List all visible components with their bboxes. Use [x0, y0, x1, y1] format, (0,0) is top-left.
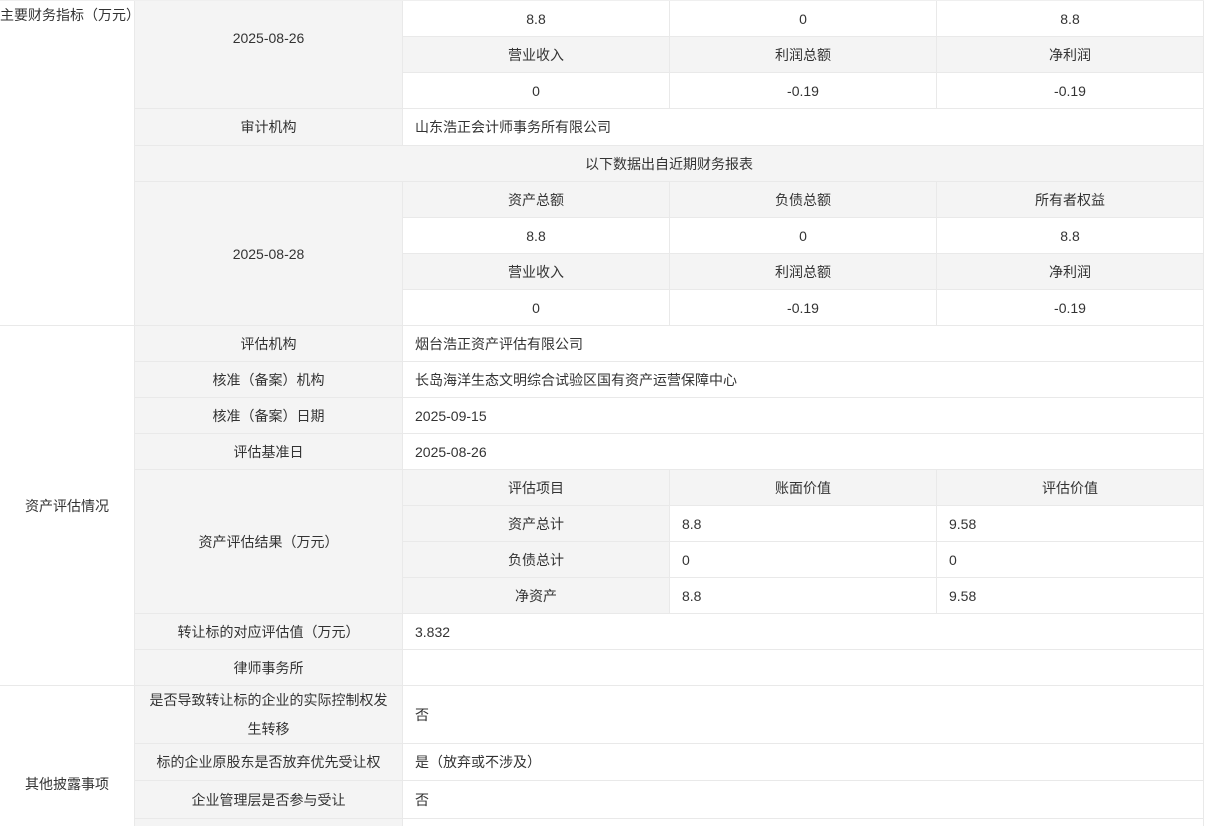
base-date-value: 2025-08-26	[403, 434, 1204, 470]
fin1-date-cell: 2025-08-26	[135, 1, 403, 109]
eval-row-assets-item: 资产总计	[403, 506, 670, 542]
law-firm-value	[403, 650, 1204, 686]
partial-row-label-cell	[135, 819, 403, 826]
eval-result-label: 资产评估结果（万元）	[135, 470, 403, 614]
eval-row-netassets-item: 净资产	[403, 578, 670, 614]
control-transfer-value: 否	[403, 686, 1204, 744]
fin2-balance-header-2: 负债总额	[670, 182, 937, 218]
category-cell-asset-evaluation: 资产评估情况	[0, 326, 135, 686]
eval-row-netassets-book: 8.8	[670, 578, 937, 614]
fin1-income-value-3: -0.19	[937, 73, 1204, 109]
eval-result-header-item: 评估项目	[403, 470, 670, 506]
fin2-income-value-1: 0	[403, 290, 670, 326]
fin1-balance-value-2: 0	[670, 1, 937, 37]
eval-agency-value: 烟台浩正资产评估有限公司	[403, 326, 1204, 362]
fin2-balance-value-2: 0	[670, 218, 937, 254]
fin1-income-header-2: 利润总额	[670, 37, 937, 73]
fin2-income-header-3: 净利润	[937, 254, 1204, 290]
category-cell-financial-indicators: 主要财务指标（万元）	[0, 1, 135, 326]
fin1-income-header-1: 营业收入	[403, 37, 670, 73]
table-grid: 主要财务指标（万元） 资产评估情况 其他披露事项 2025-08-26 8.8 …	[0, 0, 1204, 826]
eval-row-assets-assessed: 9.58	[937, 506, 1204, 542]
fin2-balance-value-3: 8.8	[937, 218, 1204, 254]
control-transfer-label: 是否导致转让标的企业的实际控制权发生转移	[135, 686, 403, 744]
fin2-income-value-3: -0.19	[937, 290, 1204, 326]
transfer-value-label: 转让标的对应评估值（万元）	[135, 614, 403, 650]
fin1-income-value-1: 0	[403, 73, 670, 109]
eval-result-header-book: 账面价值	[670, 470, 937, 506]
approval-date-label: 核准（备案）日期	[135, 398, 403, 434]
recent-report-note: 以下数据出自近期财务报表	[135, 146, 1204, 182]
audit-agency-value: 山东浩正会计师事务所有限公司	[403, 109, 1204, 146]
eval-agency-label: 评估机构	[135, 326, 403, 362]
fin2-income-value-2: -0.19	[670, 290, 937, 326]
waive-right-label: 标的企业原股东是否放弃优先受让权	[135, 744, 403, 781]
fin1-balance-value-3: 8.8	[937, 1, 1204, 37]
fin2-balance-header-3: 所有者权益	[937, 182, 1204, 218]
eval-row-netassets-assessed: 9.58	[937, 578, 1204, 614]
fin1-balance-value-1: 8.8	[403, 1, 670, 37]
eval-row-assets-book: 8.8	[670, 506, 937, 542]
eval-row-liabilities-book: 0	[670, 542, 937, 578]
fin1-income-value-2: -0.19	[670, 73, 937, 109]
audit-agency-label: 审计机构	[135, 109, 403, 146]
management-label: 企业管理层是否参与受让	[135, 781, 403, 819]
law-firm-label: 律师事务所	[135, 650, 403, 686]
fin2-income-header-2: 利润总额	[670, 254, 937, 290]
approval-org-value: 长岛海洋生态文明综合试验区国有资产运营保障中心	[403, 362, 1204, 398]
disclosure-table: 主要财务指标（万元） 资产评估情况 其他披露事项 2025-08-26 8.8 …	[0, 0, 1209, 826]
fin2-balance-value-1: 8.8	[403, 218, 670, 254]
management-value: 否	[403, 781, 1204, 819]
approval-date-value: 2025-09-15	[403, 398, 1204, 434]
approval-org-label: 核准（备案）机构	[135, 362, 403, 398]
fin2-income-header-1: 营业收入	[403, 254, 670, 290]
fin1-income-header-3: 净利润	[937, 37, 1204, 73]
eval-result-header-assessed: 评估价值	[937, 470, 1204, 506]
fin2-date-cell: 2025-08-28	[135, 182, 403, 326]
transfer-value-value: 3.832	[403, 614, 1204, 650]
partial-row-value-cell	[403, 819, 1204, 826]
fin2-balance-header-1: 资产总额	[403, 182, 670, 218]
eval-row-liabilities-item: 负债总计	[403, 542, 670, 578]
category-cell-other-disclosures: 其他披露事项	[0, 686, 135, 826]
waive-right-value: 是（放弃或不涉及）	[403, 744, 1204, 781]
base-date-label: 评估基准日	[135, 434, 403, 470]
eval-row-liabilities-assessed: 0	[937, 542, 1204, 578]
